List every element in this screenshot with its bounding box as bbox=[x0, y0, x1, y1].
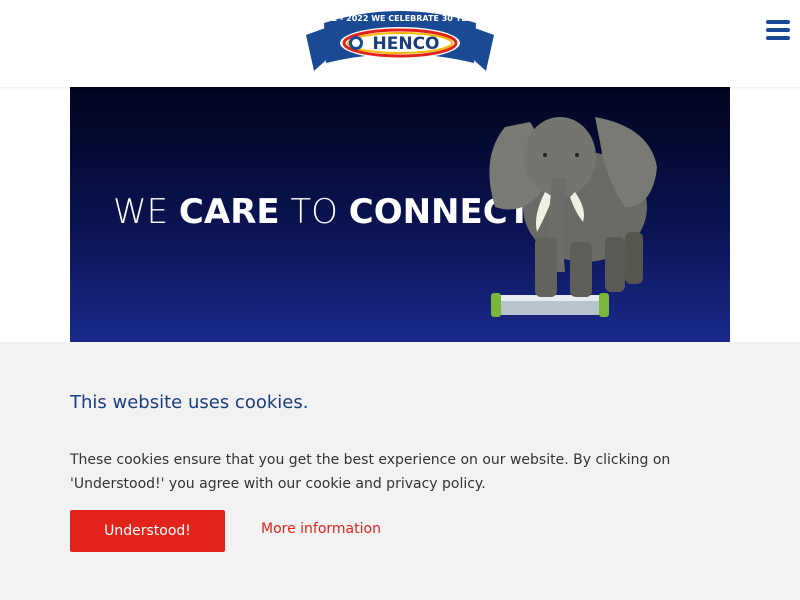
cookie-description: These cookies ensure that you get the be… bbox=[70, 452, 671, 492]
slogan-we: WE bbox=[113, 192, 169, 232]
understood-button[interactable]: Understood! bbox=[70, 510, 225, 552]
site-header: 1992 - 2022 WE CELEBRATE 30 YEARS HENCO … bbox=[0, 0, 800, 87]
cookie-title: This website uses cookies. bbox=[70, 392, 309, 413]
slogan-care: CARE bbox=[178, 192, 280, 232]
logo-banner-text: 1992 - 2022 WE CELEBRATE 30 YEARS bbox=[315, 14, 485, 23]
elephant-image bbox=[489, 117, 657, 317]
hero-slogan: WE CARE TO CONNECT bbox=[113, 192, 531, 232]
logo-brand-text: HENCO bbox=[373, 34, 440, 54]
more-information-link[interactable]: More information bbox=[261, 521, 381, 537]
slogan-to: TO bbox=[290, 192, 338, 232]
hamburger-menu-icon[interactable] bbox=[766, 20, 790, 42]
cookie-banner: This website uses cookies. These cookies… bbox=[0, 342, 800, 600]
hero-banner: WE CARE TO CONNECT bbox=[70, 87, 730, 342]
logo-tagline: MADE IN BELGIUM bbox=[377, 61, 423, 67]
henco-logo[interactable]: 1992 - 2022 WE CELEBRATE 30 YEARS HENCO … bbox=[306, 5, 494, 73]
